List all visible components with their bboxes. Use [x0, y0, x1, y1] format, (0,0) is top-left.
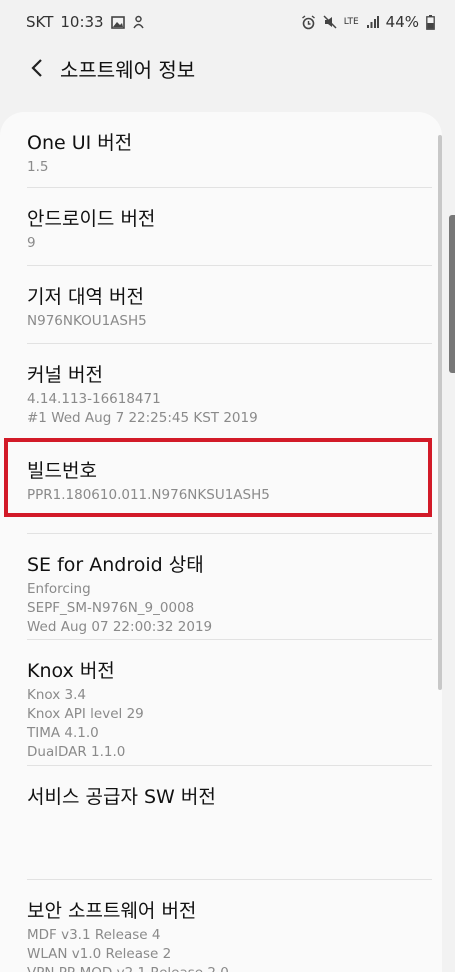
- list-item-service-provider-sw-version[interactable]: 서비스 공급자 SW 버전: [0, 766, 442, 880]
- item-value: WLAN v1.0 Release 2: [27, 946, 172, 962]
- item-title: 커널 버전: [27, 364, 103, 386]
- battery-percent: 44%: [385, 13, 419, 31]
- item-value: Knox 3.4: [27, 687, 87, 703]
- status-bar: SKT 10:33 LTE 44%: [0, 0, 455, 44]
- list-item-se-for-android-status[interactable]: SE for Android 상태 Enforcing SEPF_SM-N976…: [0, 534, 442, 640]
- list-item-knox-version[interactable]: Knox 버전 Knox 3.4 Knox API level 29 TIMA …: [0, 640, 442, 766]
- item-title: 보안 소프트웨어 버전: [27, 900, 197, 922]
- list-item-security-software-version[interactable]: 보안 소프트웨어 버전 MDF v3.1 Release 4 WLAN v1.0…: [0, 880, 442, 972]
- software-info-list: One UI 버전 1.5 안드로이드 버전 9 기저 대역 버전 N976NK…: [0, 112, 442, 972]
- item-value: MDF v3.1 Release 4: [27, 927, 161, 943]
- notification-icon: [132, 15, 145, 30]
- gallery-icon: [110, 15, 125, 29]
- signal-icon: [366, 15, 379, 29]
- status-left: SKT 10:33: [26, 13, 145, 31]
- list-item-baseband-version[interactable]: 기저 대역 버전 N976NKOU1ASH5: [0, 266, 442, 344]
- carrier-label: SKT: [26, 13, 54, 31]
- status-right: LTE 44%: [301, 13, 435, 31]
- item-title: One UI 버전: [27, 132, 133, 154]
- network-type: LTE: [343, 16, 359, 27]
- back-button[interactable]: [22, 53, 52, 83]
- list-item-one-ui-version[interactable]: One UI 버전 1.5: [0, 112, 442, 188]
- item-value: 9: [27, 235, 36, 251]
- item-value: Wed Aug 07 22:00:32 2019: [27, 619, 213, 635]
- clock: 10:33: [60, 13, 104, 31]
- scrollbar[interactable]: [438, 135, 442, 690]
- list-item-android-version[interactable]: 안드로이드 버전 9: [0, 188, 442, 266]
- item-title: SE for Android 상태: [27, 554, 204, 576]
- back-arrow-icon: [31, 59, 42, 77]
- item-value: #1 Wed Aug 7 22:25:45 KST 2019: [27, 410, 258, 426]
- item-title: 안드로이드 버전: [27, 208, 156, 230]
- mute-icon: [323, 15, 337, 29]
- item-title: 서비스 공급자 SW 버전: [27, 786, 216, 808]
- item-title: Knox 버전: [27, 660, 115, 682]
- item-value: VPN PP-MOD v2.1 Release 2.0: [27, 964, 422, 972]
- item-value: SEPF_SM-N976N_9_0008: [27, 600, 195, 616]
- item-value: DualDAR 1.1.0: [27, 744, 126, 760]
- item-value: 4.14.113-16618471: [27, 391, 161, 407]
- app-bar: 소프트웨어 정보: [0, 44, 455, 92]
- item-value: Knox API level 29: [27, 706, 144, 722]
- item-value: Enforcing: [27, 581, 91, 597]
- edge-panel-handle[interactable]: [449, 215, 455, 373]
- alarm-icon: [301, 14, 316, 30]
- list-item-kernel-version[interactable]: 커널 버전 4.14.113-16618471 #1 Wed Aug 7 22:…: [0, 344, 442, 440]
- item-value: TIMA 4.1.0: [27, 725, 99, 741]
- item-title: 기저 대역 버전: [27, 286, 144, 308]
- item-value: N976NKOU1ASH5: [27, 313, 147, 329]
- build-number-highlight: [4, 438, 432, 517]
- battery-icon: [426, 14, 435, 30]
- item-value: 1.5: [27, 159, 49, 175]
- page-title: 소프트웨어 정보: [60, 57, 196, 82]
